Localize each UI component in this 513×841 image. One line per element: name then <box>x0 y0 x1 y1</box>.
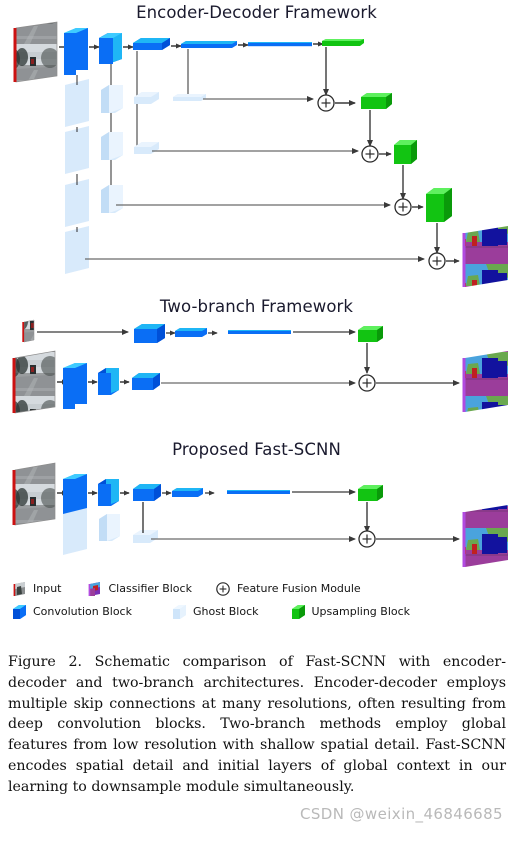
panel-two-branch <box>12 319 508 414</box>
tb-convolution-block-3 <box>228 330 291 334</box>
tb-upsampling-block <box>358 326 383 342</box>
legend: Input Classifier Block Feature Fusion Mo… <box>10 578 410 626</box>
legend-item-feature-fusion-module: Feature Fusion Module <box>214 578 361 599</box>
output-segmentation-map-encoder-decoder <box>462 226 508 287</box>
output-segmentation-map-fast-scnn <box>462 505 508 567</box>
tb-convolution-block-1 <box>134 324 165 343</box>
fs-upsampling-block <box>358 485 383 501</box>
legend-item-ghost-block: Ghost Block <box>170 601 259 622</box>
upsampling-block-4 <box>426 188 452 222</box>
feature-fusion-module-2 <box>361 145 379 163</box>
schematic-graphics <box>12 21 508 567</box>
convolution-block-3 <box>133 38 170 50</box>
legend-item-upsampling-block: Upsampling Block <box>289 601 411 622</box>
convolution-block-1 <box>64 28 88 75</box>
upsampling-block-icon <box>289 603 307 621</box>
panel-encoder-decoder <box>13 21 508 287</box>
plus-circle-icon <box>214 580 232 598</box>
convolution-block-icon <box>10 603 28 621</box>
upsampling-block-2 <box>361 93 392 109</box>
output-segmentation-map-two-branch <box>462 351 508 412</box>
fs-convolution-block-2 <box>98 479 119 506</box>
fs-ghost-block-1 <box>63 508 87 555</box>
legend-row-1: Input Classifier Block Feature Fusion Mo… <box>10 578 361 599</box>
input-image-fast-scnn <box>12 462 56 526</box>
csdn-watermark: CSDN @weixin_46846685 <box>300 805 503 823</box>
ghost-block-col-b <box>101 85 123 213</box>
tb-convolution-block-2 <box>175 328 207 337</box>
input-thumbnail-icon <box>10 580 28 598</box>
convolution-block-2 <box>99 33 122 64</box>
legend-row-2: Convolution Block Ghost Block Upsampling… <box>10 601 410 622</box>
input-image-encoder-decoder <box>13 21 58 83</box>
fs-feature-fusion-module <box>358 530 376 548</box>
feature-fusion-module-3 <box>394 198 412 216</box>
legend-label-feature-fusion-module: Feature Fusion Module <box>236 582 361 595</box>
legend-label-ghost-block: Ghost Block <box>192 605 259 618</box>
fs-convolution-block-5 <box>227 490 290 494</box>
legend-label-upsampling-block: Upsampling Block <box>311 605 411 618</box>
feature-fusion-module-1 <box>317 94 335 112</box>
input-image-low-res <box>22 319 35 343</box>
input-image-two-branch <box>12 350 56 414</box>
upsampling-block-3 <box>394 140 417 164</box>
tb-spatial-convolution-block-1 <box>63 363 87 409</box>
legend-item-input: Input <box>10 578 61 599</box>
ghost-block-icon <box>170 603 188 621</box>
ghost-block-col-d <box>173 94 206 101</box>
tb-feature-fusion-module <box>358 374 376 392</box>
figure-caption: Figure 2. Schematic comparison of Fast-S… <box>8 652 506 798</box>
legend-item-classifier-block: Classifier Block <box>85 578 192 599</box>
figure-caption-text: Figure 2. Schematic comparison of Fast-S… <box>8 654 506 795</box>
fs-ghost-block-2 <box>99 514 120 541</box>
convolution-block-5 <box>248 42 312 47</box>
figure-2-schematic: Encoder-Decoder Framework Two-branch Fra… <box>0 0 513 841</box>
ghost-block-col-c <box>134 92 159 154</box>
feature-fusion-module-4 <box>428 252 446 270</box>
fs-ghost-block-3 <box>133 530 158 543</box>
legend-label-classifier-block: Classifier Block <box>108 582 192 595</box>
legend-label-input: Input <box>33 582 62 595</box>
legend-item-convolution-block: Convolution Block <box>10 601 132 622</box>
classifier-block-icon <box>85 580 103 598</box>
upsampling-block-1 <box>322 39 364 46</box>
fs-convolution-block-4 <box>172 488 203 497</box>
fs-convolution-block-3 <box>133 484 161 501</box>
convolution-block-4 <box>181 41 237 48</box>
legend-label-convolution-block: Convolution Block <box>33 605 132 618</box>
panel-fast-scnn <box>12 462 508 567</box>
tb-spatial-convolution-block-2 <box>98 368 119 395</box>
tb-spatial-convolution-block-3 <box>132 373 160 390</box>
